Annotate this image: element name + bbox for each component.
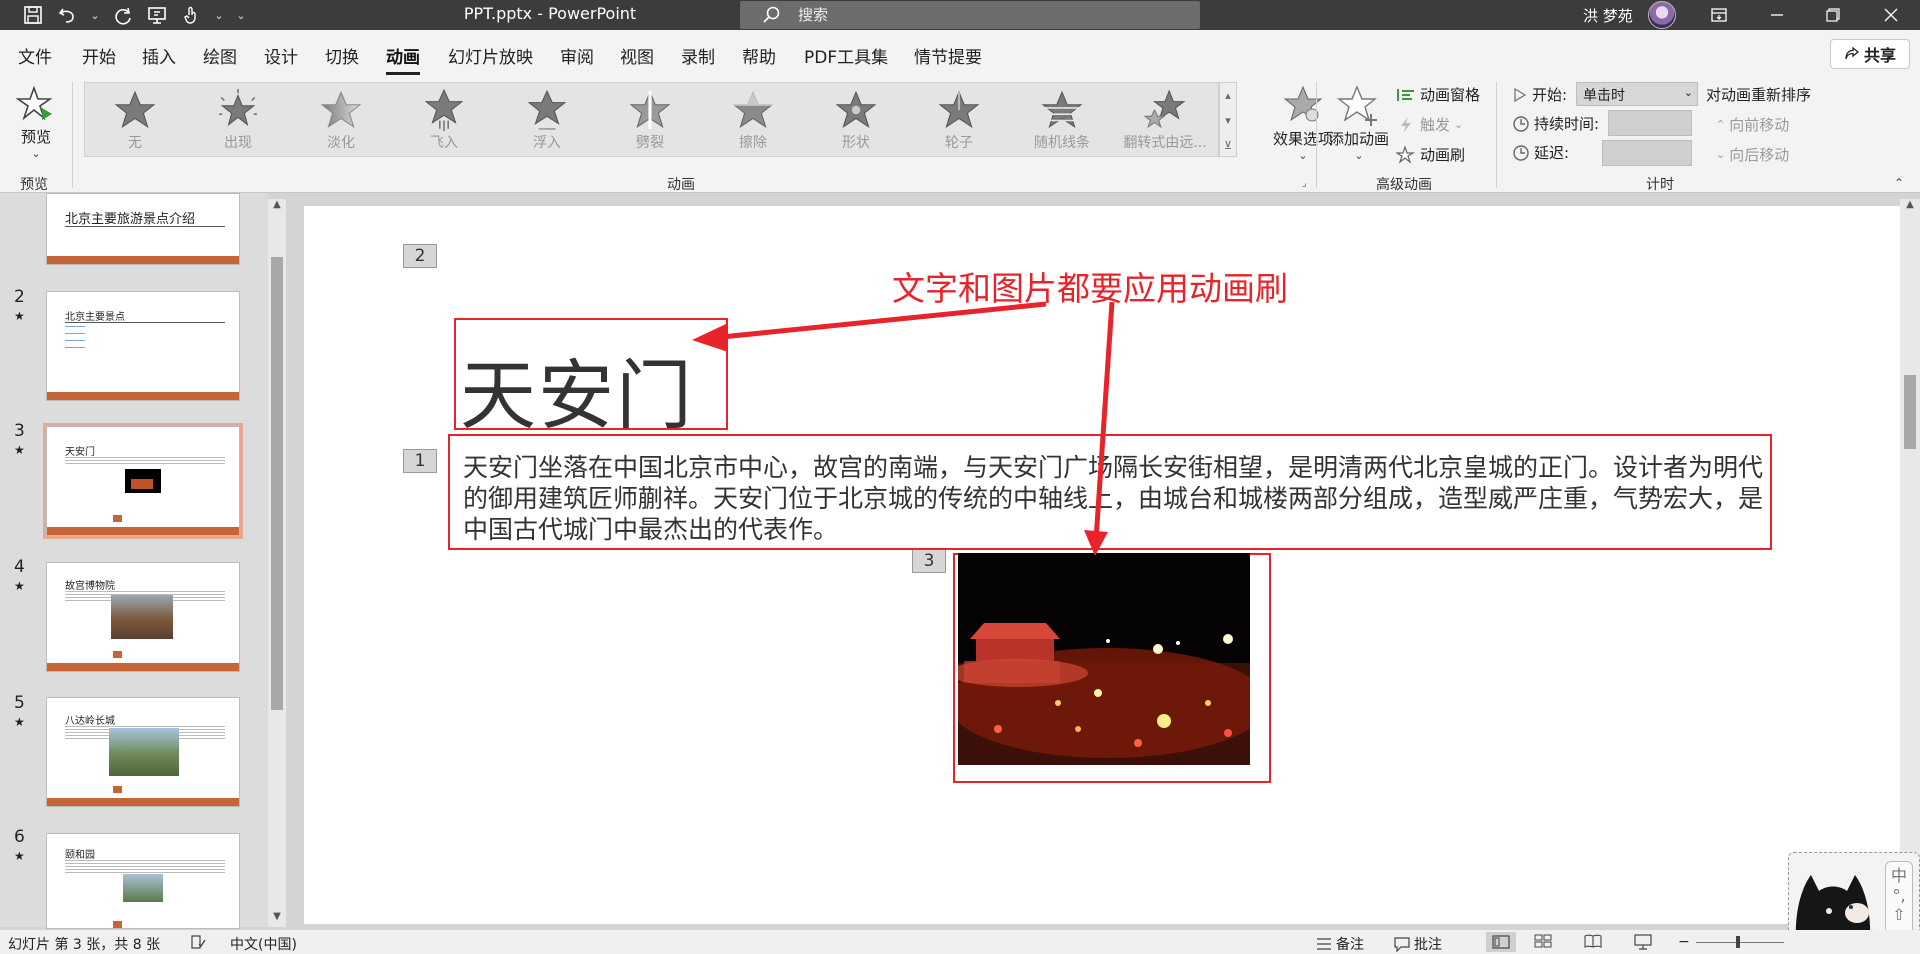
slide-sorter-icon[interactable] — [1534, 934, 1552, 948]
comment-icon — [1394, 937, 1410, 952]
language-indicator[interactable]: 中文(中国) — [230, 934, 297, 954]
comments-label: 批注 — [1414, 937, 1442, 953]
zoom-slider-thumb[interactable] — [1736, 936, 1740, 948]
notes-button[interactable]: 备注 — [1316, 934, 1364, 954]
normal-view-icon[interactable] — [1486, 932, 1516, 952]
status-bar: 幻灯片 第 3 张，共 8 张 中文(中国) 备注 批注 − — [0, 930, 1920, 954]
notes-icon — [1317, 938, 1331, 950]
ime-settings[interactable]: ⇧ — [1886, 905, 1912, 924]
spellcheck-icon[interactable] — [190, 934, 206, 950]
slide-counter: 幻灯片 第 3 张，共 8 张 — [8, 937, 161, 953]
ime-punctuation[interactable]: °, — [1886, 886, 1912, 905]
annotation-text: 文字和图片都要应用动画刷 — [892, 269, 1288, 308]
annotation-arrows — [692, 301, 1115, 556]
comments-button[interactable]: 批注 — [1394, 934, 1442, 954]
zoom-slider[interactable] — [1696, 942, 1784, 943]
zoom-out-icon[interactable]: − — [1678, 934, 1690, 950]
reading-view-icon[interactable] — [1584, 934, 1602, 948]
ime-chinese-mode[interactable]: 中 — [1886, 862, 1912, 886]
notes-label: 备注 — [1336, 937, 1364, 953]
slideshow-view-icon[interactable] — [1634, 934, 1652, 950]
